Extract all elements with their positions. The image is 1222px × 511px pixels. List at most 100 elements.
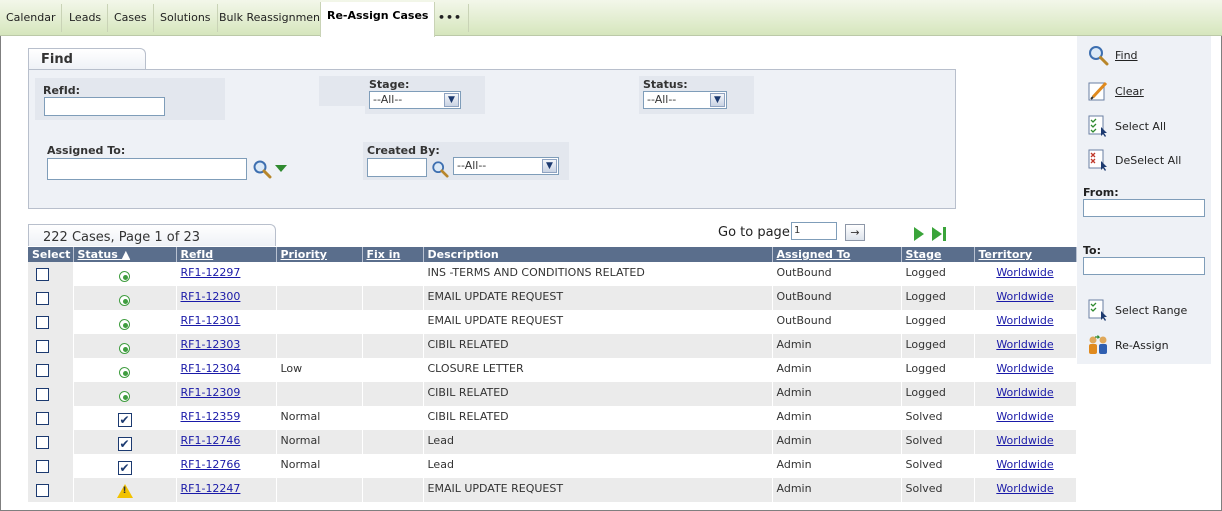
col-territory[interactable]: Territory [974,247,1077,262]
chevron-down-icon: ▼ [542,159,557,173]
refid-link[interactable]: RF1-12247 [181,482,241,495]
refid-link[interactable]: RF1-12300 [181,290,241,303]
territory-link[interactable]: Worldwide [996,266,1053,279]
dropdown-arrow-icon[interactable] [275,165,287,172]
results-summary: 222 Cases, Page 1 of 23 [28,224,276,246]
row-select-checkbox[interactable] [36,460,49,473]
assigned-to-input[interactable] [47,158,247,180]
table-row[interactable]: ✔ RF1-12359 Normal CIBIL RELATED Admin Solved… [28,406,1077,430]
created-by-select-value: --All-- [457,159,487,172]
tab-more[interactable]: ••• [432,4,470,32]
reassign-button[interactable]: Re-Assign [1087,333,1169,357]
select-all-button[interactable]: Select All [1087,114,1166,138]
status-cell: ✔ [73,406,177,430]
status-select-value: --All-- [647,93,677,106]
last-page-icon[interactable] [932,227,942,241]
goto-page-label: Go to page [718,225,790,240]
row-select-checkbox[interactable] [36,340,49,353]
table-row[interactable]: RF1-12301 EMAIL UPDATE REQUEST OutBound Log… [28,310,1077,334]
refid-link[interactable]: RF1-12309 [181,386,241,399]
refid-cell: RF1-12303 [176,334,277,358]
refid-label: RefId: [43,84,81,97]
table-row[interactable]: ✔ RF1-12766 Normal Lead Admin Solved Worldwide [28,454,1077,478]
to-input[interactable] [1083,257,1205,275]
col-refid[interactable]: RefId [176,247,277,262]
next-page-icon[interactable] [914,227,924,241]
row-select-checkbox[interactable] [36,364,49,377]
territory-link[interactable]: Worldwide [996,482,1053,495]
tab-solutions[interactable]: Solutions [154,4,218,32]
status-cell: ✔ [73,454,177,478]
territory-link[interactable]: Worldwide [996,410,1053,423]
tab-calendar[interactable]: Calendar [0,4,63,32]
col-stage[interactable]: Stage [901,247,975,262]
tab-leads[interactable]: Leads [63,4,109,32]
territory-link[interactable]: Worldwide [996,458,1053,471]
from-input[interactable] [1083,199,1205,217]
row-select-checkbox[interactable] [36,316,49,329]
created-by-input[interactable] [367,158,427,177]
fixin-cell [362,478,424,502]
row-select-checkbox[interactable] [36,268,49,281]
col-fixin[interactable]: Fix in [362,247,424,262]
territory-link[interactable]: Worldwide [996,362,1053,375]
from-label: From: [1083,186,1119,199]
territory-link[interactable]: Worldwide [996,290,1053,303]
stage-select[interactable]: --All-- ▼ [369,91,461,109]
reassign-users-icon [1089,335,1107,354]
refid-link[interactable]: RF1-12303 [181,338,241,351]
search-icon[interactable] [431,160,449,178]
territory-link[interactable]: Worldwide [996,434,1053,447]
refid-link[interactable]: RF1-12766 [181,458,241,471]
refid-input[interactable] [44,97,165,116]
row-select-checkbox[interactable] [36,388,49,401]
col-assigned-to[interactable]: Assigned To [772,247,902,262]
deselect-all-label: DeSelect All [1115,153,1182,167]
select-cell [28,286,74,310]
fixin-cell [362,310,424,334]
table-row[interactable]: ! RF1-12247 EMAIL UPDATE REQUEST Admin Solve… [28,478,1077,502]
goto-page-button[interactable]: → [845,224,865,241]
territory-link[interactable]: Worldwide [996,314,1053,327]
assigned-to-cell: OutBound [772,286,902,310]
row-select-checkbox[interactable] [36,292,49,305]
col-status[interactable]: Status ▲ [73,247,177,262]
status-select[interactable]: --All-- ▼ [643,91,727,109]
find-button[interactable]: Find [1087,43,1138,67]
col-priority[interactable]: Priority [276,247,363,262]
goto-page-input[interactable]: 1 [791,222,837,240]
deselect-all-button[interactable]: DeSelect All [1087,148,1181,172]
stage-cell: Solved [901,430,975,454]
territory-link[interactable]: Worldwide [996,386,1053,399]
row-select-checkbox[interactable] [36,484,49,497]
fixin-cell [362,430,424,454]
stage-cell: Logged [901,334,975,358]
priority-cell [276,286,363,310]
refid-link[interactable]: RF1-12304 [181,362,241,375]
territory-cell: Worldwide [974,310,1077,334]
tab-cases[interactable]: Cases [108,4,154,32]
tab-bulk-reassignment[interactable]: Bulk Reassignment [213,4,332,32]
row-select-checkbox[interactable] [36,412,49,425]
table-row[interactable]: RF1-12303 CIBIL RELATED Admin Logged Worldwi… [28,334,1077,358]
search-icon[interactable] [252,159,272,179]
find-section-tab: Find [28,48,146,70]
description-cell: EMAIL UPDATE REQUEST [423,310,773,334]
assigned-to-cell: Admin [772,358,902,382]
refid-link[interactable]: RF1-12297 [181,266,241,279]
select-range-button[interactable]: Select Range [1087,298,1187,322]
table-row[interactable]: RF1-12297 INS -TERMS AND CONDITIONS RELAT… [28,262,1077,286]
refid-link[interactable]: RF1-12746 [181,434,241,447]
created-by-select[interactable]: --All-- ▼ [453,157,559,175]
refid-link[interactable]: RF1-12359 [181,410,241,423]
row-select-checkbox[interactable] [36,436,49,449]
refid-link[interactable]: RF1-12301 [181,314,241,327]
table-row[interactable]: RF1-12304 Low CLOSURE LETTER Admin Logged Wor… [28,358,1077,382]
table-row[interactable]: RF1-12300 EMAIL UPDATE REQUEST OutBound Log… [28,286,1077,310]
table-row[interactable]: ✔ RF1-12746 Normal Lead Admin Solved Worldwide [28,430,1077,454]
clear-button[interactable]: Clear [1087,79,1144,103]
territory-link[interactable]: Worldwide [996,338,1053,351]
table-row[interactable]: RF1-12309 CIBIL RELATED Admin Logged Worldwi… [28,382,1077,406]
refid-cell: RF1-12247 [176,478,277,502]
tab-re-assign-cases[interactable]: Re-Assign Cases [320,2,436,37]
